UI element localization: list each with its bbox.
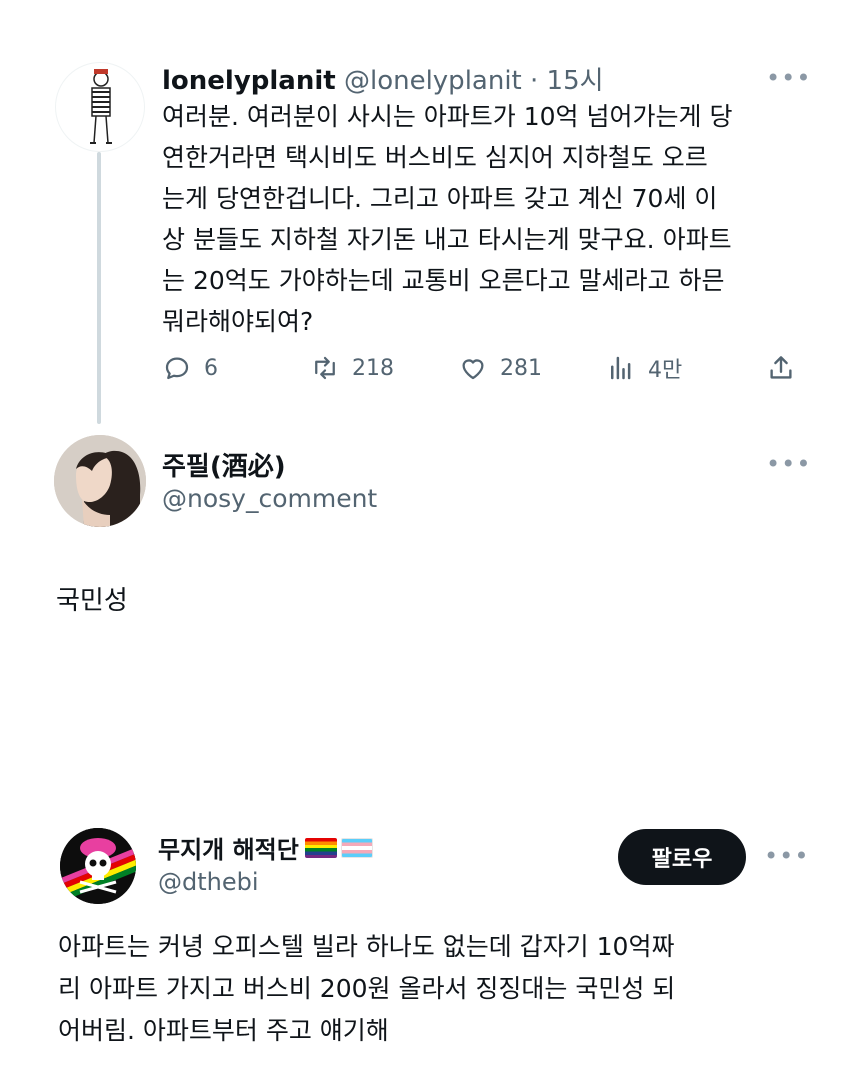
tweet1-text-line: 뭐라해야되여? bbox=[162, 307, 314, 336]
reply-count: 6 bbox=[204, 355, 218, 381]
tweet3-author-name-row[interactable]: 무지개 해적단 bbox=[158, 830, 373, 865]
tweet1-header: lonelyplanit @lonelyplanit · 15시 bbox=[162, 60, 604, 97]
views-chart-icon bbox=[611, 356, 631, 380]
tweet1-text-line: 여러분. 여러분이 사시는 아파트가 10억 넘어가는게 당 bbox=[162, 102, 733, 131]
retweet-icon bbox=[315, 356, 335, 380]
thread-connector-line bbox=[97, 152, 101, 424]
striped-figure-avatar-icon bbox=[90, 69, 112, 144]
tweet1-text-line: 상 분들도 지하철 자기돈 내고 타시는게 맞구요. 아파트 bbox=[162, 225, 732, 254]
tweet2-text: 국민성 bbox=[56, 586, 128, 616]
transgender-flag-icon bbox=[340, 837, 373, 858]
tweet2-more-options-icon[interactable]: ••• bbox=[766, 452, 811, 476]
tweet3-author-handle[interactable]: @dthebi bbox=[158, 868, 259, 896]
rainbow-flag-icon bbox=[304, 837, 337, 858]
tweet3-text-line: 어버림. 아파트부터 주고 얘기해 bbox=[58, 1016, 389, 1045]
avatar-dthebi[interactable] bbox=[60, 828, 136, 904]
tweet3-author-name[interactable]: 무지개 해적단 bbox=[158, 830, 299, 865]
reply-button[interactable]: 6 bbox=[162, 348, 218, 388]
reply-icon bbox=[165, 357, 189, 380]
tweet1-timestamp[interactable]: 15시 bbox=[547, 66, 604, 96]
tweet1-time-separator: · bbox=[521, 66, 547, 96]
tweet1-text-line: 연한거라면 택시비도 버스비도 심지어 지하철도 오르 bbox=[162, 143, 708, 172]
views-button[interactable]: 4만 bbox=[606, 348, 682, 388]
tweet2-author-name[interactable]: 주필(酒必) bbox=[162, 446, 286, 483]
tweet1-author-handle[interactable]: @lonelyplanit bbox=[344, 66, 522, 96]
woman-portrait-avatar-icon bbox=[54, 435, 146, 527]
tweet2-author-handle[interactable]: @nosy_comment bbox=[162, 484, 377, 513]
like-count: 281 bbox=[500, 355, 542, 381]
tweet1-text: 여러분. 여러분이 사시는 아파트가 10억 넘어가는게 당 연한거라면 택시비… bbox=[162, 96, 822, 342]
tweet1-action-bar: 6 218 281 4만 bbox=[162, 348, 802, 388]
avatar-lonelyplanit[interactable] bbox=[55, 62, 145, 152]
rainbow-skull-avatar-icon bbox=[60, 828, 136, 904]
tweet1-author-name[interactable]: lonelyplanit bbox=[162, 66, 336, 96]
tweet3-text-line: 아파트는 커녕 오피스텔 빌라 하나도 없는데 갑자기 10억짜 bbox=[58, 932, 675, 961]
follow-button[interactable]: 팔로우 bbox=[618, 829, 746, 885]
share-icon bbox=[770, 356, 792, 379]
retweet-count: 218 bbox=[352, 355, 394, 381]
like-button[interactable]: 281 bbox=[458, 348, 542, 388]
retweet-button[interactable]: 218 bbox=[310, 348, 394, 388]
tweet1-more-options-icon[interactable]: ••• bbox=[766, 66, 811, 90]
tweet1-text-line: 는 20억도 가야하는데 교통비 오른다고 말세라고 하믄 bbox=[162, 266, 725, 295]
views-count: 4만 bbox=[648, 358, 683, 383]
avatar-nosy-comment[interactable] bbox=[54, 435, 146, 527]
share-button[interactable] bbox=[766, 348, 808, 388]
tweet3-text-line: 리 아파트 가지고 버스비 200원 올라서 징징대는 국민성 되 bbox=[58, 974, 676, 1003]
heart-icon bbox=[462, 359, 484, 380]
tweet1-text-line: 는게 당연한겁니다. 그리고 아파트 갖고 계신 70세 이 bbox=[162, 184, 718, 213]
tweet3-more-options-icon[interactable]: ••• bbox=[764, 844, 809, 868]
tweet3-text: 아파트는 커녕 오피스텔 빌라 하나도 없는데 갑자기 10억짜 리 아파트 가… bbox=[58, 926, 818, 1052]
